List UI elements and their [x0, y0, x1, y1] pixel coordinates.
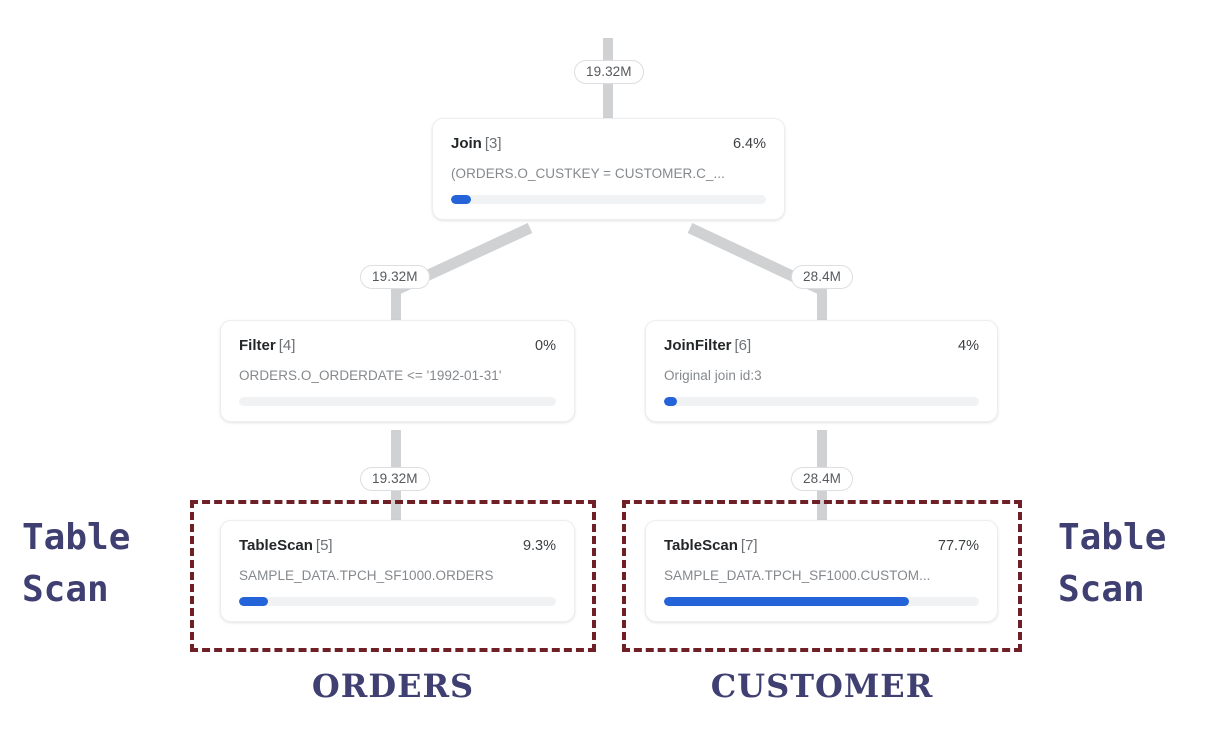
- node-detail: ORDERS.O_ORDERDATE <= '1992-01-31': [239, 368, 502, 383]
- node-title: Join [3]: [451, 135, 502, 152]
- node-title: Filter [4]: [239, 337, 295, 354]
- node-header: Join [3] 6.4%: [451, 135, 766, 152]
- node-progress-track: [664, 597, 979, 606]
- node-detail: Original join id:3: [664, 368, 762, 383]
- node-operator-name: Join: [451, 135, 482, 152]
- node-progress-track: [451, 195, 766, 204]
- node-header: TableScan [5] 9.3%: [239, 537, 556, 554]
- edge-label-join-to-filter: 19.32M: [360, 265, 430, 289]
- node-operator-name: TableScan: [664, 537, 738, 554]
- edge-layer: [391, 38, 827, 540]
- node-progress-track: [664, 397, 979, 406]
- node-filter-4[interactable]: Filter [4] 0% ORDERS.O_ORDERDATE <= '1992…: [220, 320, 575, 422]
- node-header: JoinFilter [6] 4%: [664, 337, 979, 354]
- node-percent: 77.7%: [937, 538, 979, 554]
- node-percent: 6.4%: [732, 136, 766, 152]
- node-detail: SAMPLE_DATA.TPCH_SF1000.ORDERS: [239, 568, 494, 583]
- annotation-left-table-scan: Table Scan: [22, 517, 131, 610]
- annotation-caption-orders: ORDERS: [311, 667, 475, 705]
- node-operator-index: [3]: [484, 135, 502, 152]
- node-operator-index: [7]: [740, 537, 758, 554]
- edge-label-joinfilter-to-tablescan: 28.4M: [791, 467, 854, 491]
- edge-label-root-out: 19.32M: [574, 60, 644, 84]
- node-progress-fill: [664, 397, 677, 406]
- node-operator-name: JoinFilter: [664, 337, 732, 354]
- node-tablescan-7[interactable]: TableScan [7] 77.7% SAMPLE_DATA.TPCH_SF10…: [645, 520, 998, 622]
- node-progress-track: [239, 397, 556, 406]
- node-progress-fill: [451, 195, 472, 204]
- node-operator-index: [5]: [315, 537, 333, 554]
- node-title: JoinFilter [6]: [664, 337, 751, 354]
- node-progress-fill: [664, 597, 909, 606]
- node-header: Filter [4] 0%: [239, 337, 556, 354]
- node-percent: 9.3%: [522, 538, 556, 554]
- node-join-3[interactable]: Join [3] 6.4% (ORDERS.O_CUSTKEY = CUSTOME…: [432, 118, 785, 220]
- query-plan-diagram: 19.32M 19.32M 28.4M 19.32M 28.4M Join [3]…: [0, 0, 1226, 746]
- annotation-caption-customer: CUSTOMER: [710, 667, 934, 705]
- node-title: TableScan [5]: [239, 537, 333, 554]
- annotation-right-table-scan: Table Scan: [1058, 517, 1167, 610]
- node-tablescan-5[interactable]: TableScan [5] 9.3% SAMPLE_DATA.TPCH_SF100…: [220, 520, 575, 622]
- edge-label-filter-to-tablescan: 19.32M: [360, 467, 430, 491]
- node-detail: SAMPLE_DATA.TPCH_SF1000.CUSTOM...: [664, 568, 931, 583]
- node-detail: (ORDERS.O_CUSTKEY = CUSTOMER.C_...: [451, 166, 725, 181]
- node-percent: 4%: [958, 338, 979, 354]
- node-operator-name: TableScan: [239, 537, 313, 554]
- node-operator-index: [6]: [734, 337, 752, 354]
- node-operator-name: Filter: [239, 337, 276, 354]
- node-progress-fill: [239, 597, 269, 606]
- node-percent: 0%: [535, 338, 556, 354]
- node-title: TableScan [7]: [664, 537, 758, 554]
- node-progress-track: [239, 597, 556, 606]
- node-joinfilter-6[interactable]: JoinFilter [6] 4% Original join id:3: [645, 320, 998, 422]
- node-header: TableScan [7] 77.7%: [664, 537, 979, 554]
- edge-label-join-to-joinfilter: 28.4M: [791, 265, 854, 289]
- node-operator-index: [4]: [278, 337, 296, 354]
